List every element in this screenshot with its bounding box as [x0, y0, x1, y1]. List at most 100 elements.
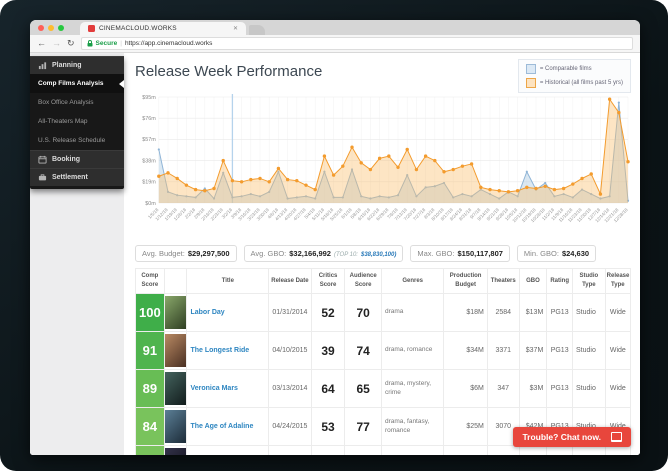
secure-label: Secure — [96, 40, 118, 47]
sidebar-item-all-theaters-map[interactable]: All-Theaters Map — [30, 112, 124, 131]
column-header-release-type: Release Type — [605, 269, 630, 294]
column-header-studio-type: Studio Type — [573, 269, 606, 294]
stat-extra-value[interactable]: $38,830,100) — [361, 252, 396, 258]
sidebar-item-u-s-release-schedule[interactable]: U.S. Release Schedule — [30, 131, 124, 150]
stat-label: Min. GBO: — [524, 249, 559, 258]
film-poster-image — [165, 410, 187, 443]
padlock-icon — [87, 40, 93, 47]
chat-label: Trouble? Chat now. — [522, 432, 601, 442]
film-title-link[interactable]: The Longest Ride — [190, 347, 249, 354]
film-title-cell: Labor Day — [187, 294, 269, 332]
minimize-window-button[interactable] — [48, 25, 54, 31]
stat-avg-budget: Avg. Budget:$29,297,500 — [135, 245, 237, 262]
audience-score-cell: 65 — [345, 370, 382, 408]
release-date-cell: 04/24/2015 — [269, 408, 312, 446]
genres-cell: drama, mystery, crime — [381, 370, 443, 408]
table-row: 100Labor Day01/31/20145270drama$18M2584$… — [136, 294, 631, 332]
studio-type-cell: Studio — [573, 370, 606, 408]
browser-tab[interactable]: CINEMACLOUD.WORKS ✕ — [80, 22, 246, 35]
sidebar-item-booking[interactable]: Booking — [30, 150, 124, 168]
column-header-production-budget: Production Budget — [444, 269, 488, 294]
critics-score-cell: 64 — [311, 370, 345, 408]
main-content: Release Week Performance = Comparable fi… — [124, 53, 640, 455]
close-window-button[interactable] — [38, 25, 44, 31]
page-title: Release Week Performance — [135, 63, 322, 80]
genres-cell: drama, romance — [381, 332, 443, 370]
column-header-genres: Genres — [381, 269, 443, 294]
sidebar-item-label: Planning — [52, 62, 82, 69]
release-date-cell: 01/31/2014 — [269, 294, 312, 332]
comp-score-badge: 84 — [136, 408, 165, 446]
genres-cell: drama, romance — [381, 446, 443, 456]
sidebar-item-settlement[interactable]: Settlement — [30, 168, 124, 186]
film-poster — [164, 370, 187, 408]
film-poster — [164, 408, 187, 446]
column-header-title: Title — [187, 269, 269, 294]
rating-cell: PG13 — [547, 332, 573, 370]
studio-type-cell: Studio — [573, 332, 606, 370]
tab-title: CINEMACLOUD.WORKS — [99, 25, 177, 32]
new-tab-button[interactable] — [249, 25, 265, 35]
column-header-rating: Rating — [547, 269, 573, 294]
release-date-cell: 03/13/2014 — [269, 370, 312, 408]
back-icon[interactable]: ← — [37, 39, 46, 48]
genres-cell: drama, fantasy, romance — [381, 408, 443, 446]
film-title-cell: Veronica Mars — [187, 370, 269, 408]
content-header: Release Week Performance = Comparable fi… — [135, 59, 631, 89]
theaters-cell: 347 — [487, 370, 519, 408]
tab-close-icon[interactable]: ✕ — [233, 25, 238, 32]
comp-score-badge: 89 — [136, 370, 165, 408]
film-title-link[interactable]: The Age of Adaline — [190, 423, 253, 430]
historical-swatch-icon — [526, 78, 536, 88]
comp-score-badge: 91 — [136, 332, 165, 370]
production-budget-cell: $25M — [444, 408, 488, 446]
column-header-comp-score: Comp Score — [136, 269, 165, 294]
release-type-cell: Wide — [605, 370, 630, 408]
gbo-cell: $13M — [519, 294, 547, 332]
film-title-link[interactable]: Labor Day — [190, 309, 224, 316]
audience-score-cell: 77 — [345, 446, 382, 456]
refresh-icon[interactable]: ↻ — [67, 39, 75, 48]
svg-text:$38m: $38m — [142, 158, 156, 164]
forward-icon[interactable]: → — [52, 39, 61, 48]
release-week-chart: $95m$76m$57m$38m$19m$0m1/5/181/12/181/19… — [135, 91, 631, 241]
production-budget-cell: $34M — [444, 332, 488, 370]
sidebar-item-label: Comp Films Analysis — [38, 80, 104, 87]
sidebar-nav: Planning Comp Films Analysis Box Office An… — [30, 56, 124, 189]
sidebar-item-label: Booking — [52, 156, 80, 163]
chat-widget[interactable]: Trouble? Chat now. — [513, 427, 631, 447]
rating-cell: PG13 — [547, 370, 573, 408]
app-body: Planning Comp Films Analysis Box Office An… — [30, 53, 640, 455]
release-type-cell: Wide — [605, 294, 630, 332]
table-row: 89 Veronica Mars 03/13/20146465drama, myst… — [136, 370, 631, 408]
sidebar-item-label: All-Theaters Map — [38, 118, 88, 125]
theaters-cell: 3550 — [487, 446, 519, 456]
studio-type-cell: Studio — [573, 294, 606, 332]
screenshot-frame: CINEMACLOUD.WORKS ✕ ← → ↻ Secure | https… — [0, 0, 668, 471]
page-url: https://app.cinemacloud.works — [125, 40, 212, 47]
zoom-window-button[interactable] — [58, 25, 64, 31]
chart-legend: = Comparable films = Historical (all fil… — [518, 59, 631, 93]
sidebar-item-planning[interactable]: Planning — [30, 56, 124, 74]
stat-avg-gbo: Avg. GBO:$32,166,992(TOP 10:$38,830,100) — [244, 245, 404, 262]
critics-score-cell: 57 — [311, 446, 345, 456]
legend-historical: = Historical (all films past 5 yrs) — [526, 78, 623, 88]
film-poster-image — [165, 334, 187, 367]
stat-label: Avg. Budget: — [142, 249, 185, 258]
film-title-cell: The Great Gatsby — [187, 446, 269, 456]
sidebar-item-comp-films-analysis[interactable]: Comp Films Analysis — [30, 74, 124, 93]
film-title-link[interactable]: Veronica Mars — [190, 385, 237, 392]
sidebar-item-box-office-analysis[interactable]: Box Office Analysis — [30, 93, 124, 112]
critics-score-cell: 39 — [311, 332, 345, 370]
film-poster — [164, 294, 187, 332]
stat-max-gbo: Max. GBO:$150,117,807 — [410, 245, 510, 262]
critics-score-cell: 52 — [311, 294, 345, 332]
site-favicon-icon — [88, 25, 95, 32]
browser-tab-bar: CINEMACLOUD.WORKS ✕ — [30, 20, 640, 35]
svg-text:$76m: $76m — [142, 116, 156, 122]
gbo-cell: $3M — [519, 370, 547, 408]
comparable-films-swatch-icon — [526, 64, 536, 74]
theaters-cell: 3371 — [487, 332, 519, 370]
url-field[interactable]: Secure | https://app.cinemacloud.works — [81, 37, 633, 50]
production-budget-cell: $6M — [444, 370, 488, 408]
